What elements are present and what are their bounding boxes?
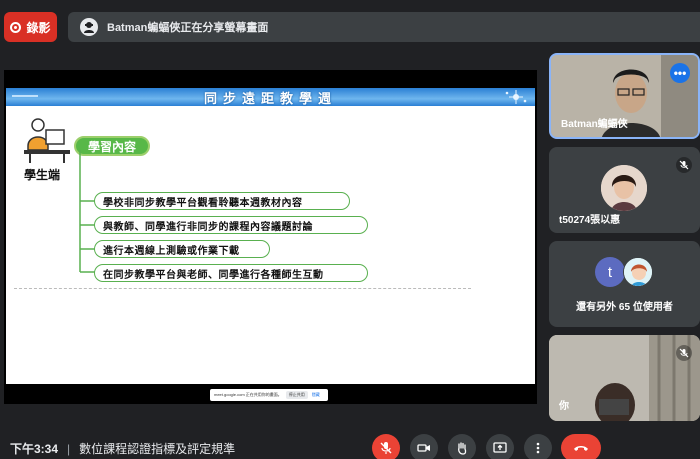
microphone-toggle-button[interactable] xyxy=(372,434,400,459)
mic-off-icon xyxy=(676,157,692,173)
slide-title: 同步遠距教學週 xyxy=(203,90,337,106)
participant-name: 你 xyxy=(559,401,569,412)
participant-tile-self[interactable]: 你 xyxy=(549,335,700,421)
other-participants-tile[interactable]: t 還有另外 65 位使用者 xyxy=(549,241,700,327)
other-participants-count: 還有另外 65 位使用者 xyxy=(576,302,673,313)
record-icon xyxy=(10,21,22,33)
sparkle-icon xyxy=(505,90,527,104)
learning-item: 在同步教學平台與老師、同學進行各種師生互動 xyxy=(94,264,368,282)
camera-toggle-button[interactable] xyxy=(410,434,438,459)
raise-hand-icon xyxy=(458,442,467,455)
slide-header: 同步遠距教學週 xyxy=(6,88,535,106)
learning-item: 與教師、同學進行非同步的課程內容議題討論 xyxy=(94,216,368,234)
meeting-time: 下午3:34 xyxy=(10,442,59,456)
camera-icon xyxy=(417,444,430,452)
raise-hand-button[interactable] xyxy=(448,434,476,459)
participant-name: t50274張以惠 xyxy=(559,215,621,226)
header-deco-line xyxy=(12,95,38,97)
meeting-title[interactable]: 數位課程認證指標及評定規準 xyxy=(79,440,235,457)
share-message: Batman蝙蝠俠正在分享螢幕畫面 xyxy=(107,22,269,34)
avatar xyxy=(601,165,647,211)
presentation-stage[interactable]: 同步遠距教學週 學習內容 學生端 學校非同步教學平台觀看聆聽本週教材內容 與教師… xyxy=(4,70,537,404)
record-label: 錄影 xyxy=(26,20,51,35)
more-options-button[interactable] xyxy=(524,434,552,459)
hide-notification-button[interactable]: 隱藏 xyxy=(312,392,320,398)
record-button[interactable]: 錄影 xyxy=(4,12,57,42)
presenter-icon xyxy=(80,18,98,36)
meeting-info: 下午3:34 | 數位課程認證指標及評定規準 xyxy=(10,440,235,457)
avatar xyxy=(623,257,653,287)
role-label: 學生端 xyxy=(24,168,61,182)
present-screen-icon xyxy=(493,442,507,453)
learning-item: 學校非同步教學平台觀看聆聽本週教材內容 xyxy=(94,192,350,210)
present-screen-button[interactable] xyxy=(486,434,514,459)
mic-off-icon xyxy=(380,442,392,454)
share-notification: meet.google.com 正在共用你的畫面。 停止共用 隱藏 xyxy=(210,389,328,401)
participant-tile[interactable]: t50274張以惠 xyxy=(549,147,700,233)
separator: | xyxy=(67,441,71,456)
more-options-icon[interactable]: ••• xyxy=(670,63,690,83)
participant-name: Batman蝙蝠俠 xyxy=(561,119,628,130)
stop-sharing-button[interactable]: 停止共用 xyxy=(285,391,308,399)
student-computer-icon xyxy=(24,118,70,163)
end-call-icon xyxy=(574,446,588,451)
end-call-button[interactable] xyxy=(561,434,601,459)
slide-divider xyxy=(14,288,471,289)
mic-off-icon xyxy=(676,345,692,361)
shared-slide: 同步遠距教學週 學習內容 學生端 學校非同步教學平台觀看聆聽本週教材內容 與教師… xyxy=(6,88,535,384)
learning-item: 進行本週線上測驗或作業下載 xyxy=(94,240,270,258)
share-notification-text: meet.google.com 正在共用你的畫面。 xyxy=(214,392,282,397)
avatar: t xyxy=(595,257,625,287)
participant-tile-presenter[interactable]: ••• Batman蝙蝠俠 xyxy=(549,53,700,139)
more-vert-icon xyxy=(536,442,540,454)
screen-share-banner: Batman蝙蝠俠正在分享螢幕畫面 xyxy=(68,12,700,42)
